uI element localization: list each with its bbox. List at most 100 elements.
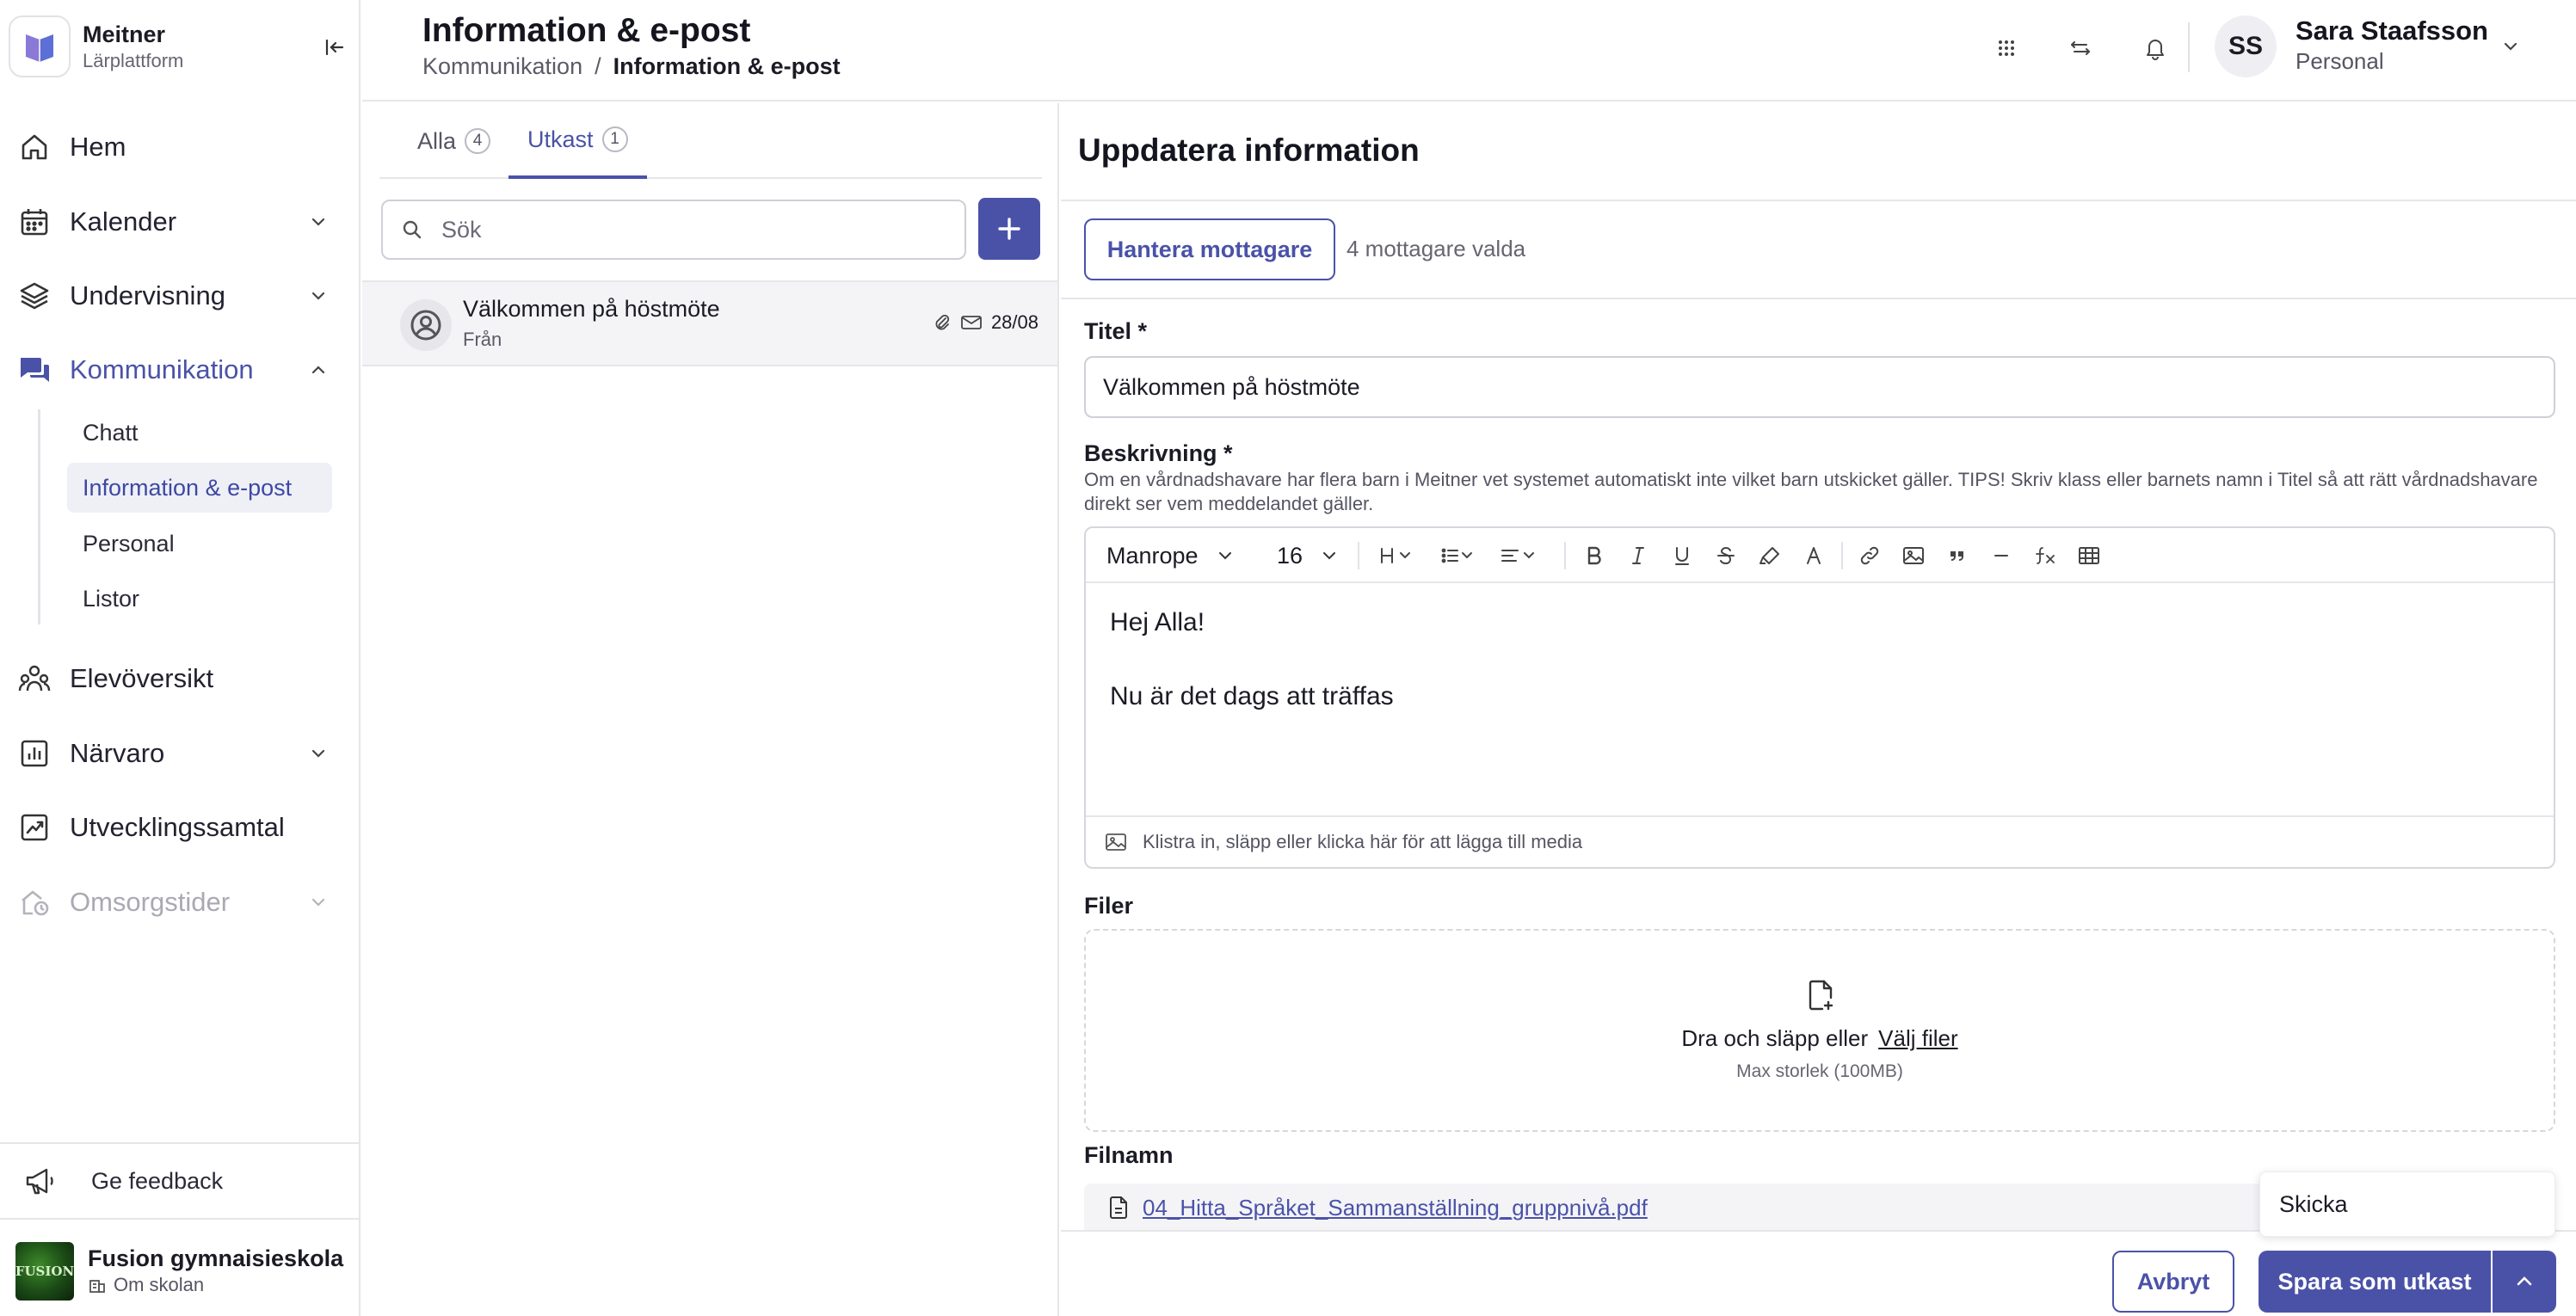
action-bar: Avbryt Spara som utkast xyxy=(1061,1230,2576,1316)
text-color-icon[interactable] xyxy=(1801,540,1827,571)
sub-item-lists[interactable]: Listor xyxy=(67,574,332,624)
bold-icon[interactable] xyxy=(1581,540,1607,571)
divider xyxy=(2188,22,2190,72)
school-logo: FUSION xyxy=(15,1242,74,1301)
switch-arrows-icon[interactable] xyxy=(2065,33,2096,64)
user-name[interactable]: Sara Staafsson xyxy=(2296,15,2488,46)
divider xyxy=(1564,542,1566,569)
nav-label-development-talks: Utvecklingssamtal xyxy=(70,812,285,842)
tab-count: 4 xyxy=(465,128,491,154)
title-input[interactable] xyxy=(1084,356,2555,418)
choose-files-link[interactable]: Välj filer xyxy=(1878,1025,1957,1051)
notification-bell-icon[interactable] xyxy=(2140,33,2171,64)
formula-icon[interactable] xyxy=(2032,540,2060,571)
chevron-down-icon xyxy=(308,286,329,306)
divider xyxy=(1061,298,2576,299)
file-dropzone[interactable]: Dra och släpp eller Välj filer Max storle… xyxy=(1084,929,2555,1132)
strikethrough-icon[interactable] xyxy=(1713,540,1739,571)
sub-item-chat[interactable]: Chatt xyxy=(67,408,332,458)
trend-chart-icon xyxy=(17,810,52,845)
file-add-icon xyxy=(1807,979,1834,1012)
message-list-panel: Alla 4 Utkast 1 Välko xyxy=(362,103,1059,1316)
tab-count: 1 xyxy=(601,126,628,152)
dropzone-max-size: Max storlek (100MB) xyxy=(1736,1061,1903,1081)
apps-grid-icon[interactable] xyxy=(1991,33,2022,64)
nav-item-teaching[interactable]: Undervisning xyxy=(17,270,336,322)
media-drop-area[interactable]: Klistra in, släpp eller klicka här för a… xyxy=(1086,815,2554,867)
nav-item-students[interactable]: Elevöversikt xyxy=(17,653,336,704)
layers-icon xyxy=(17,279,52,313)
nav-item-attendance[interactable]: Närvaro xyxy=(17,728,336,779)
students-icon xyxy=(17,661,52,696)
highlighter-icon[interactable] xyxy=(1757,540,1783,571)
nav-item-calendar[interactable]: Kalender xyxy=(17,196,336,248)
add-message-button[interactable] xyxy=(978,198,1040,260)
building-icon xyxy=(88,1276,114,1294)
link-icon[interactable] xyxy=(1857,540,1883,571)
editor-line: Hej Alla! xyxy=(1110,608,1205,636)
feedback-button[interactable]: Ge feedback xyxy=(24,1161,223,1201)
nav-item-development-talks[interactable]: Utvecklingssamtal xyxy=(17,802,336,853)
manage-recipients-button[interactable]: Hantera mottagare xyxy=(1084,218,1335,280)
feedback-label: Ge feedback xyxy=(91,1167,224,1194)
image-icon[interactable] xyxy=(1901,540,1926,571)
send-menu-item[interactable]: Skicka xyxy=(2259,1171,2555,1237)
school-name: Fusion gymnaisieskola xyxy=(88,1245,344,1271)
nav-item-home[interactable]: Hem xyxy=(17,121,336,173)
collapse-sidebar-icon[interactable] xyxy=(324,36,346,58)
nav-label-teaching: Undervisning xyxy=(70,280,225,311)
submenu-line xyxy=(38,409,40,624)
font-family-select[interactable]: Manrope xyxy=(1106,540,1235,571)
sub-item-staff[interactable]: Personal xyxy=(67,519,332,569)
underline-icon[interactable] xyxy=(1669,540,1695,571)
title-label: Titel * xyxy=(1084,318,1148,344)
description-hint: Om en vårdnadshavare har flera barn i Me… xyxy=(1084,469,2538,514)
save-options-toggle[interactable] xyxy=(2493,1251,2556,1313)
align-icon[interactable] xyxy=(1501,540,1542,571)
user-circle-icon xyxy=(400,299,452,351)
message-title: Välkommen på höstmöte xyxy=(463,296,720,322)
school-link[interactable]: Om skolan xyxy=(114,1272,204,1298)
tab-all[interactable]: Alla 4 xyxy=(417,103,491,179)
editor-content[interactable]: Hej Alla! Nu är det dags att träffas xyxy=(1110,604,1394,715)
file-name-link[interactable]: 04_Hitta_Språket_Sammanställning_gruppni… xyxy=(1143,1195,1648,1221)
brand-name: Meitner xyxy=(83,22,166,47)
font-size-select[interactable]: 16 xyxy=(1277,540,1339,571)
bullet-list-icon[interactable] xyxy=(1440,540,1482,571)
nav-item-communication[interactable]: Kommunikation xyxy=(17,344,336,396)
message-from: Från xyxy=(463,329,502,350)
dropzone-text: Dra och släpp eller xyxy=(1681,1025,1869,1051)
tab-label: Alla xyxy=(417,127,457,154)
table-icon[interactable] xyxy=(2076,540,2102,571)
nav-item-care-times[interactable]: Omsorgstider xyxy=(17,876,336,928)
divider xyxy=(0,1218,361,1220)
tab-drafts[interactable]: Utkast 1 xyxy=(508,103,647,179)
divider xyxy=(1061,200,2576,201)
brand[interactable]: Meitner Lärplattform xyxy=(9,15,183,77)
heading-icon[interactable] xyxy=(1378,540,1420,571)
search-box xyxy=(381,200,966,260)
media-hint: Klistra in, släpp eller klicka här för a… xyxy=(1143,831,1583,852)
list-item[interactable]: Välkommen på höstmöte Från 28/08 xyxy=(362,280,1057,366)
cancel-button[interactable]: Avbryt xyxy=(2112,1251,2234,1313)
save-draft-button[interactable]: Spara som utkast xyxy=(2259,1251,2491,1313)
sidebar: Meitner Lärplattform Hem Kalender Underv… xyxy=(0,0,361,1316)
chevron-down-icon xyxy=(1216,546,1235,565)
divider xyxy=(0,1142,361,1144)
editor-line: Nu är det dags att träffas xyxy=(1110,682,1394,710)
message-date: 28/08 xyxy=(990,311,1038,333)
quote-icon[interactable] xyxy=(1944,540,1970,571)
chevron-down-icon[interactable] xyxy=(2499,34,2523,58)
editor-toolbar: Manrope 16 xyxy=(1086,528,2554,583)
divider xyxy=(1358,542,1359,569)
user-avatar[interactable]: SS xyxy=(2215,15,2277,77)
breadcrumb-parent[interactable]: Kommunikation xyxy=(422,53,582,80)
italic-icon[interactable] xyxy=(1625,540,1651,571)
horizontal-rule-icon[interactable] xyxy=(1988,540,2014,571)
school-switcher[interactable]: FUSION Fusion gymnaisieskola Om skolan xyxy=(15,1242,343,1301)
search-input[interactable] xyxy=(441,216,923,243)
sub-item-information-email[interactable]: Information & e-post xyxy=(67,463,332,513)
nav-label-attendance: Närvaro xyxy=(70,738,165,768)
page-title: Information & e-post xyxy=(422,12,751,49)
font-size-value: 16 xyxy=(1277,542,1303,569)
